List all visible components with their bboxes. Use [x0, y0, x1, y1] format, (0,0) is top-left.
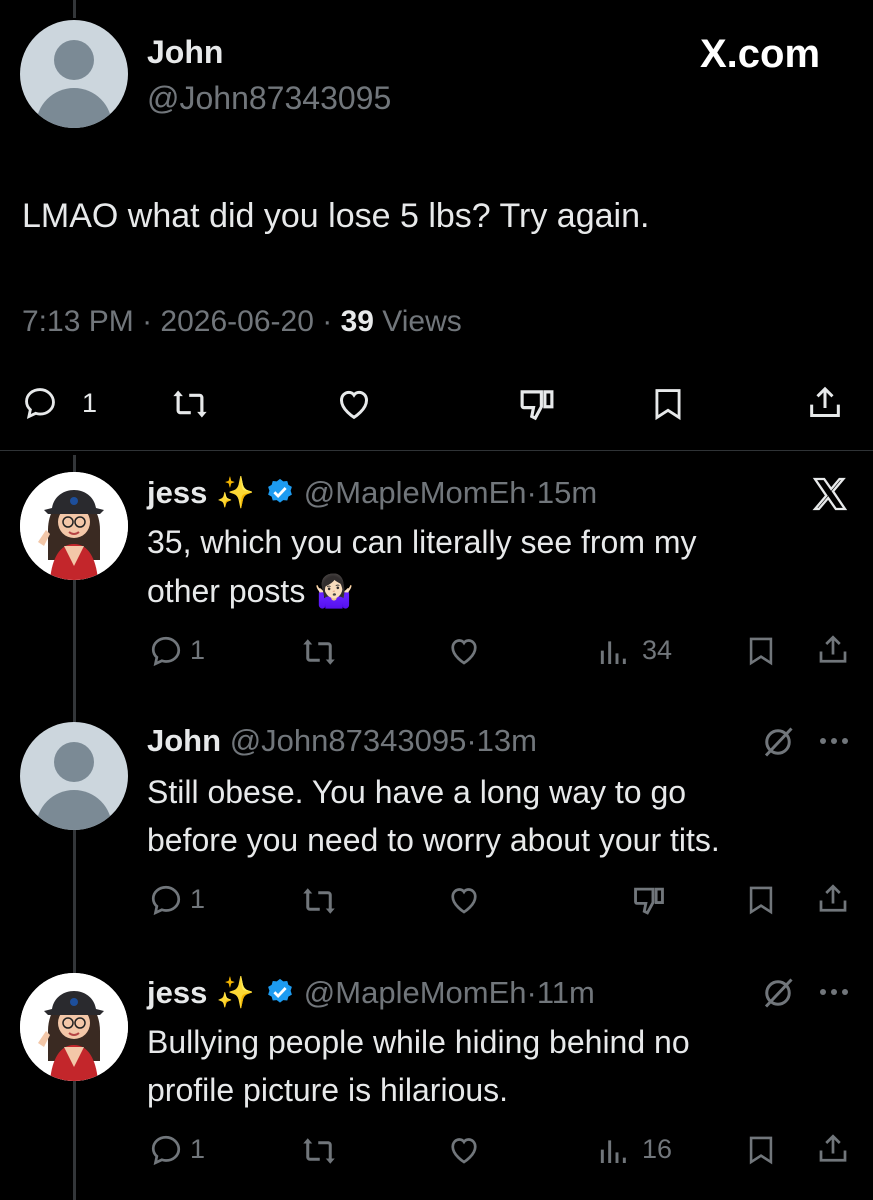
tweet-meta: 7:13 PM · 2026-06-20 · 39 Views: [22, 305, 462, 339]
reply-time[interactable]: 13m: [477, 723, 537, 758]
retweet-icon[interactable]: [298, 1133, 340, 1169]
reply-text-line-2: before you need to worry about your tits…: [147, 822, 720, 858]
reply-count: 1: [190, 635, 206, 665]
share-icon[interactable]: [805, 382, 845, 424]
reply-icon[interactable]: [20, 384, 60, 422]
share-icon[interactable]: [815, 1130, 851, 1168]
tweet-date[interactable]: 2026-06-20: [160, 305, 313, 338]
retweet-icon[interactable]: [298, 883, 340, 919]
views-count: 34: [642, 635, 673, 665]
share-icon[interactable]: [815, 631, 851, 669]
x-logo-icon[interactable]: [808, 474, 852, 514]
bookmark-icon[interactable]: [744, 882, 778, 918]
retweet-icon[interactable]: [168, 385, 212, 423]
reply-header: jess ✨ @MapleMomEh·11m: [147, 974, 595, 1015]
meta-separator: ·: [322, 305, 333, 338]
avatar[interactable]: [20, 20, 128, 128]
downvote-icon[interactable]: [630, 882, 668, 920]
brand-watermark: X.com: [700, 32, 821, 76]
author-name[interactable]: jess ✨: [147, 475, 255, 510]
reply-time[interactable]: 11m: [537, 975, 595, 1010]
reply-icon[interactable]: [147, 633, 185, 669]
reply-count: 1: [190, 1134, 206, 1164]
share-icon[interactable]: [815, 880, 851, 918]
reply-icon[interactable]: [147, 882, 185, 918]
author-handle[interactable]: @John87343095: [230, 723, 467, 758]
reply-count: 1: [190, 884, 206, 914]
views-count: 16: [642, 1134, 673, 1164]
avatar[interactable]: [20, 722, 128, 830]
reply-text-line-1: 35, which you can literally see from my: [147, 524, 697, 560]
reply-text-line-1: Bullying people while hiding behind no: [147, 1024, 690, 1060]
retweet-icon[interactable]: [298, 634, 340, 670]
author-name[interactable]: jess ✨: [147, 975, 255, 1010]
reply-text-line-1: Still obese. You have a long way to go: [147, 774, 687, 810]
views-icon[interactable]: [596, 1135, 630, 1167]
author-name[interactable]: John: [147, 34, 223, 71]
meta-separator: ·: [466, 723, 477, 758]
verified-badge-icon: [265, 977, 295, 1015]
avatar[interactable]: [20, 472, 128, 580]
like-icon[interactable]: [444, 882, 484, 918]
verified-badge-icon: [265, 477, 295, 515]
bookmark-icon[interactable]: [744, 633, 778, 669]
author-name[interactable]: John: [147, 723, 221, 758]
meta-separator: ·: [526, 475, 537, 510]
meta-separator: ·: [142, 305, 153, 338]
reply-icon[interactable]: [147, 1132, 185, 1168]
meta-separator: ·: [526, 975, 537, 1010]
reply-time[interactable]: 15m: [537, 475, 597, 510]
downvote-icon[interactable]: [515, 384, 559, 426]
reply-text-line-2: other posts 🤷🏻‍♀️: [147, 573, 355, 609]
grok-icon[interactable]: [760, 975, 796, 1011]
more-options-icon[interactable]: [818, 736, 850, 746]
like-icon[interactable]: [444, 633, 484, 669]
author-handle[interactable]: @John87343095: [147, 80, 391, 117]
like-icon[interactable]: [444, 1132, 484, 1168]
views-count: 39: [340, 305, 374, 338]
bookmark-icon[interactable]: [744, 1132, 778, 1168]
views-icon[interactable]: [596, 636, 630, 668]
author-handle[interactable]: @MapleMomEh: [304, 475, 527, 510]
views-label: Views: [382, 305, 462, 338]
author-handle[interactable]: @MapleMomEh: [304, 975, 527, 1010]
tweet-time[interactable]: 7:13 PM: [22, 305, 134, 338]
thread-line: [73, 0, 76, 18]
reply-text-line-2: profile picture is hilarious.: [147, 1072, 509, 1108]
grok-icon[interactable]: [760, 724, 796, 760]
bookmark-icon[interactable]: [649, 384, 687, 424]
reply-count: 1: [82, 388, 98, 418]
more-options-icon[interactable]: [818, 987, 850, 997]
tweet-text: LMAO what did you lose 5 lbs? Try again.: [22, 197, 650, 235]
divider: [0, 450, 873, 451]
avatar[interactable]: [20, 973, 128, 1081]
reply-header: jess ✨ @MapleMomEh·15m: [147, 474, 597, 515]
reply-header: John @John87343095·13m: [147, 723, 537, 759]
like-icon[interactable]: [332, 384, 376, 424]
